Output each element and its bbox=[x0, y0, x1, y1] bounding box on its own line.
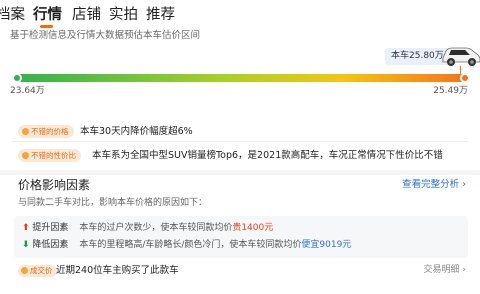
car-icon bbox=[442, 47, 480, 66]
section-subtitle: 与同款二手车对比，影响本车价格的原因如下： bbox=[18, 198, 208, 208]
deal-details-link[interactable]: 交易明细 › bbox=[424, 264, 466, 277]
factor-highlight: 贵1400元 bbox=[232, 223, 274, 233]
price-factors-box: ⬆ 提升因素 本车的过户次数少，使本车较同款均价贵1400元 ⬇ 降低因素 本车… bbox=[14, 216, 468, 258]
info-text: 本车系为全国中型SUV销量榜Top6，是2021款高配车，车况正常情况下性价比不… bbox=[92, 150, 443, 161]
arrow-up-icon: ⬆ bbox=[22, 223, 30, 233]
factor-desc: 本车的里程略高/车龄略长/颜色冷门，使本车较同款均价 bbox=[79, 240, 302, 250]
tab-recommend[interactable]: 推荐 bbox=[146, 6, 175, 24]
deal-row: 成交价 近期240位车主购买了此款车 交易明细 › bbox=[12, 263, 468, 279]
good-price-badge: 不错的价格 bbox=[18, 125, 74, 138]
section-title: 价格影响因素 bbox=[18, 178, 91, 192]
factor-row-increase: ⬆ 提升因素 本车的过户次数少，使本车较同款均价贵1400元 bbox=[22, 222, 273, 235]
range-start-dot bbox=[12, 73, 22, 83]
info-row-value: 不错的性价比 本车系为全国中型SUV销量榜Top6，是2021款高配车，车况正常… bbox=[12, 145, 468, 167]
section-divider bbox=[0, 170, 480, 175]
deal-text: 近期240位车主购买了此款车 bbox=[56, 265, 179, 276]
estimate-subtitle: 基于检测信息及行情大数据预估本车估价区间 bbox=[10, 30, 201, 41]
badge-dot-icon bbox=[22, 128, 29, 135]
divider bbox=[12, 141, 468, 142]
badge-label: 不错的价格 bbox=[31, 127, 69, 136]
view-full-analysis-link[interactable]: 查看完整分析 › bbox=[402, 178, 466, 191]
factor-desc: 本车的过户次数少，使本车较同款均价 bbox=[79, 223, 233, 233]
tab-photos[interactable]: 实拍 bbox=[109, 6, 138, 24]
price-range-bar bbox=[12, 74, 470, 82]
deal-price-badge: 成交价 bbox=[18, 265, 57, 277]
info-row-price: 不错的价格 本车30天内降价幅度超6% bbox=[12, 121, 468, 143]
range-max-label: 25.49万 bbox=[433, 86, 468, 96]
badge-label: 成交价 bbox=[30, 266, 53, 275]
price-marker-line bbox=[460, 66, 461, 74]
factor-title: 提升因素 bbox=[32, 223, 69, 233]
badge-dot-icon bbox=[22, 152, 29, 159]
range-end-dot bbox=[460, 73, 470, 83]
factor-row-decrease: ⬇ 降低因素 本车的里程略高/车龄略长/颜色冷门，使本车较同款均价便宜9019元 bbox=[22, 239, 351, 252]
range-min-label: 23.64万 bbox=[10, 86, 45, 96]
good-value-badge: 不错的性价比 bbox=[18, 149, 81, 162]
badge-label: 不错的性价比 bbox=[31, 151, 76, 160]
factor-title: 降低因素 bbox=[32, 240, 69, 250]
tab-store[interactable]: 店铺 bbox=[72, 6, 101, 24]
factor-highlight: 便宜9019元 bbox=[301, 240, 352, 250]
info-text: 本车30天内降价幅度超6% bbox=[80, 126, 193, 137]
top-tab-bar: 档案 行情 店铺 实拍 推荐 bbox=[0, 2, 480, 28]
tab-archive[interactable]: 档案 bbox=[0, 6, 25, 24]
arrow-down-icon: ⬇ bbox=[22, 240, 30, 250]
tab-active-indicator bbox=[40, 25, 53, 28]
badge-dot-icon bbox=[21, 267, 28, 274]
tab-market[interactable]: 行情 bbox=[33, 6, 62, 24]
